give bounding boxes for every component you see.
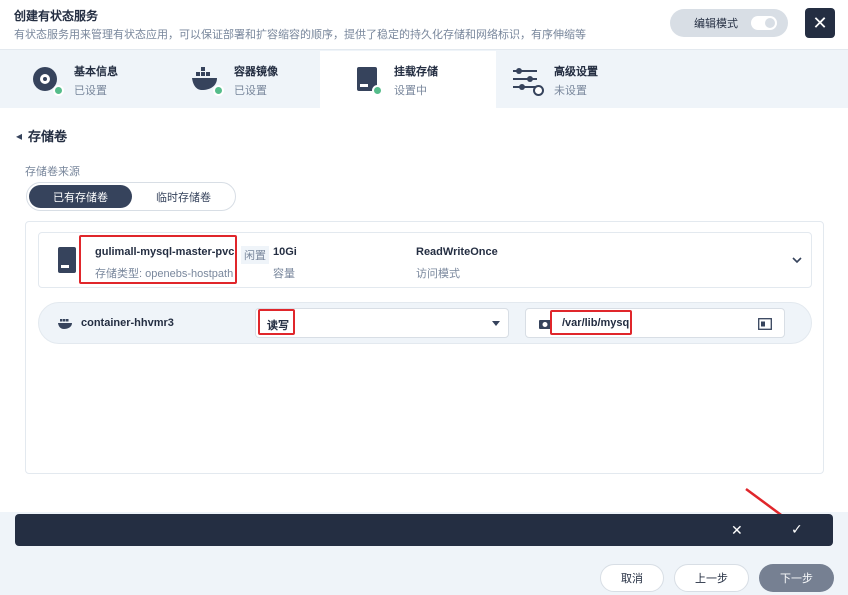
step-mount-storage[interactable]: 挂载存储 设置中 bbox=[320, 51, 496, 108]
step-name: 容器镜像 bbox=[234, 66, 278, 78]
modal-title: 创建有状态服务 bbox=[14, 9, 99, 23]
step-status: 已设置 bbox=[74, 85, 107, 97]
modal-header: 创建有状态服务 有状态服务用来管理有状态应用，可以保证部署和扩容缩容的顺序，提供… bbox=[0, 0, 848, 50]
volume-capacity: 10Gi bbox=[273, 246, 297, 258]
highlight-volume-name bbox=[79, 235, 237, 284]
source-option-temporary[interactable]: 临时存储卷 bbox=[132, 185, 235, 208]
highlight-mount-path bbox=[550, 310, 632, 335]
volume-disk-icon bbox=[58, 247, 76, 273]
caret-down-icon bbox=[492, 321, 500, 326]
volume-access-mode-label: 访问模式 bbox=[416, 268, 460, 280]
step-name: 基本信息 bbox=[74, 66, 118, 78]
step-basic-info[interactable]: 基本信息 已设置 bbox=[0, 51, 160, 108]
cancel-button[interactable]: 取消 bbox=[600, 564, 664, 592]
back-arrow-icon: ◂ bbox=[16, 128, 23, 143]
next-step-button[interactable]: 下一步 bbox=[759, 564, 834, 592]
volume-access-mode: ReadWriteOnce bbox=[416, 246, 498, 258]
close-button[interactable]: ✕ bbox=[805, 8, 835, 38]
discard-icon[interactable]: ✕ bbox=[731, 522, 743, 539]
chevron-down-icon[interactable] bbox=[790, 253, 804, 267]
confirm-check-icon[interactable]: ✓ bbox=[791, 521, 803, 538]
source-label: 存储卷来源 bbox=[25, 166, 80, 178]
main-content: ◂ 存储卷 存储卷来源 已有存储卷 临时存储卷 gulimall-mysql-m… bbox=[0, 108, 848, 512]
previous-step-button[interactable]: 上一步 bbox=[674, 564, 749, 592]
step-done-dot bbox=[53, 85, 64, 96]
step-container-image[interactable]: 容器镜像 已设置 bbox=[160, 51, 320, 108]
step-tabs: 基本信息 已设置 容器镜像 已设置 挂载存储 设置中 高级设置 未设置 bbox=[0, 51, 848, 108]
edit-mode-label: 编辑模式 bbox=[694, 18, 738, 30]
docker-icon bbox=[58, 319, 72, 329]
step-done-dot bbox=[213, 85, 224, 96]
close-icon: ✕ bbox=[812, 12, 828, 33]
step-advanced-settings[interactable]: 高级设置 未设置 bbox=[480, 51, 680, 108]
toggle-knob bbox=[765, 18, 775, 28]
modal-description: 有状态服务用来管理有状态应用，可以保证部署和扩容缩容的顺序，提供了稳定的持久化存… bbox=[14, 29, 586, 41]
container-mount-row: container-hhvmr3 读写 /var/lib/mysql bbox=[38, 302, 812, 344]
step-pending-dot bbox=[533, 85, 544, 96]
step-status: 设置中 bbox=[394, 85, 427, 97]
toggle-switch[interactable] bbox=[751, 16, 777, 30]
volume-capacity-label: 容量 bbox=[273, 268, 295, 280]
step-name: 高级设置 bbox=[554, 66, 598, 78]
section-title: 存储卷 bbox=[28, 129, 68, 144]
highlight-mount-mode bbox=[258, 309, 295, 335]
footer-actions: 取消 上一步 下一步 bbox=[0, 546, 848, 595]
step-active-dot bbox=[372, 85, 383, 96]
source-segmented-control: 已有存储卷 临时存储卷 bbox=[26, 182, 236, 211]
step-status: 已设置 bbox=[234, 85, 267, 97]
terminal-box-icon[interactable] bbox=[758, 318, 772, 330]
edit-mode-toggle[interactable]: 编辑模式 bbox=[670, 9, 788, 37]
step-status: 未设置 bbox=[554, 85, 587, 97]
back-link[interactable]: ◂ 存储卷 bbox=[16, 126, 67, 145]
source-option-existing[interactable]: 已有存储卷 bbox=[29, 185, 132, 208]
confirm-bar: ✕ ✓ bbox=[15, 514, 833, 546]
container-name: container-hhvmr3 bbox=[81, 317, 174, 329]
volume-status-badge: 闲置 bbox=[241, 246, 269, 264]
step-name: 挂载存储 bbox=[394, 66, 438, 78]
